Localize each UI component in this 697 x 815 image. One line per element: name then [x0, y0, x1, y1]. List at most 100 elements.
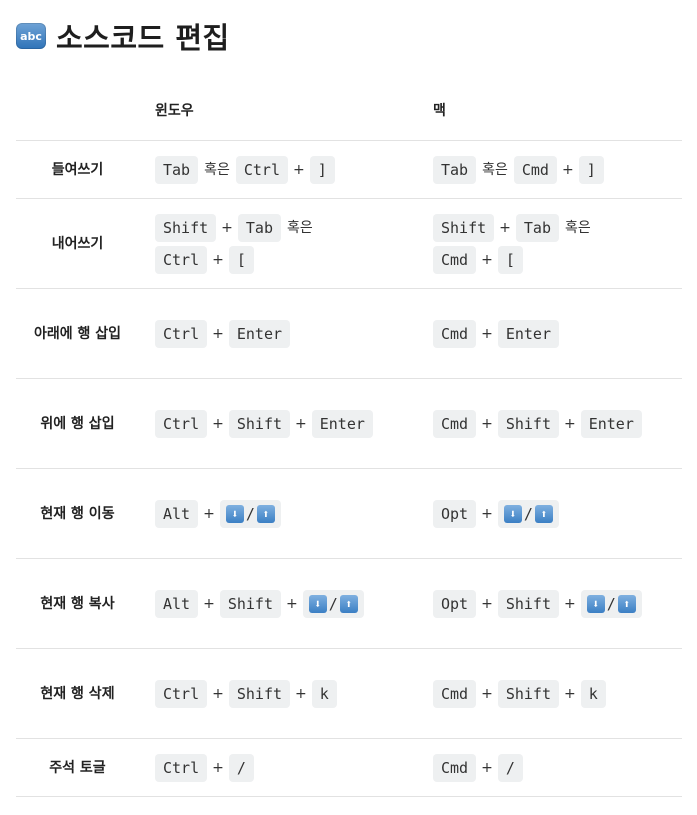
action-label: 내어쓰기 — [16, 198, 139, 289]
plus-sign: + — [563, 685, 576, 702]
key-cap: Cmd — [513, 155, 557, 184]
plus-sign: + — [203, 505, 215, 522]
key-cap: Shift — [497, 679, 559, 708]
plus-sign: + — [563, 415, 576, 432]
table-row: 내어쓰기 Shift + Tab 혹은 Ctrl +[ Shift + Tab 혹은 Cmd +… — [16, 198, 682, 289]
key-cap: Shift — [433, 213, 495, 242]
key-cap: Alt — [155, 589, 199, 618]
plus-sign: + — [561, 161, 574, 178]
windows-shortcut: Shift + Tab 혹은 Ctrl +[ — [139, 198, 417, 289]
key-cap: Shift — [228, 409, 291, 438]
down-arrow-icon: ⬇ — [586, 595, 605, 614]
or-text: 혹은 — [564, 219, 591, 236]
plus-sign: + — [481, 252, 493, 268]
key-cap: Enter — [311, 409, 373, 438]
plus-sign: + — [481, 685, 493, 702]
windows-shortcut: Ctrl + Enter — [139, 288, 417, 379]
action-label: 현재 행 삭제 — [16, 648, 139, 739]
plus-sign: + — [212, 325, 224, 342]
or-text: 혹은 — [482, 161, 508, 178]
key-cap: Alt — [155, 499, 199, 528]
action-label: 현재 행 복사 — [16, 558, 139, 649]
table-row: 현재 행 이동 Alt + ⬇ / ⬆ Opt + ⬇ / ⬆ — [16, 468, 682, 559]
plus-sign: + — [499, 219, 511, 236]
table-row: 주석 토글 Ctrl + / Cmd + / — [16, 738, 682, 797]
table-row: 들여쓰기 Tab 혹은 Ctrl +] Tab 혹은 Cmd +] — [16, 140, 682, 199]
arrow-key-cap: ⬇ / ⬆ — [497, 499, 559, 528]
key-cap: / — [228, 753, 254, 782]
key-cap: Shift — [155, 213, 217, 242]
plus-sign: + — [212, 685, 224, 702]
windows-shortcut: Alt + Shift + ⬇ / ⬆ — [139, 558, 417, 649]
key-cap: Shift — [228, 679, 291, 708]
table-row: 현재 행 복사 Alt + Shift + ⬇ / ⬆ Opt + Shift + ⬇ / ⬆ — [16, 558, 682, 649]
mac-shortcut: Shift + Tab 혹은 Cmd +[ — [417, 198, 682, 289]
key-cap: Cmd — [433, 319, 477, 348]
arrow-key-cap: ⬇ / ⬆ — [302, 589, 364, 618]
key-cap: Enter — [228, 319, 291, 348]
up-arrow-icon: ⬆ — [534, 505, 553, 524]
arrow-key-cap: ⬇ / ⬆ — [219, 499, 281, 528]
key-cap: [ — [497, 246, 523, 274]
key-cap: [ — [228, 246, 254, 274]
plus-sign: + — [295, 685, 307, 702]
windows-shortcut: Alt + ⬇ / ⬆ — [139, 468, 417, 559]
down-arrow-icon: ⬇ — [308, 595, 327, 614]
key-cap: Enter — [497, 319, 559, 348]
action-label: 아래에 행 삽입 — [16, 288, 139, 379]
mac-shortcut: Cmd + / — [417, 738, 682, 797]
action-label: 현재 행 이동 — [16, 468, 139, 559]
plus-sign: + — [285, 595, 298, 612]
header-windows: 윈도우 — [139, 80, 417, 141]
key-cap: Ctrl — [155, 246, 208, 274]
mac-shortcut: Opt + Shift + ⬇ / ⬆ — [417, 558, 682, 649]
up-arrow-icon: ⬆ — [256, 505, 275, 524]
action-label: 위에 행 삽입 — [16, 378, 139, 469]
plus-sign: + — [295, 415, 307, 432]
table-row: 현재 행 삭제 Ctrl + Shift + k Cmd + Shift + k — [16, 648, 682, 739]
key-cap: Cmd — [433, 679, 477, 708]
action-label: 들여쓰기 — [16, 140, 139, 199]
page-title: abc 소스코드 편집 — [16, 14, 230, 58]
slash-separator: / — [523, 505, 533, 524]
header-mac: 맥 — [417, 80, 682, 141]
mac-shortcut: Cmd + Enter — [417, 288, 682, 379]
key-cap: Shift — [219, 589, 281, 618]
windows-shortcut: Ctrl + / — [139, 738, 417, 797]
or-text: 혹은 — [286, 219, 313, 236]
header-action — [16, 80, 139, 141]
mac-shortcut: Cmd + Shift + k — [417, 648, 682, 739]
key-cap: Opt — [433, 589, 477, 618]
key-cap: ] — [578, 155, 604, 184]
down-arrow-icon: ⬇ — [225, 505, 244, 524]
key-cap: Tab — [515, 213, 559, 242]
plus-sign: + — [481, 759, 493, 776]
key-cap: Shift — [497, 589, 559, 618]
plus-sign: + — [212, 252, 224, 268]
key-cap: ] — [309, 155, 335, 184]
slash-separator: / — [328, 595, 338, 614]
key-cap: Tab — [433, 155, 477, 184]
plus-sign: + — [481, 325, 493, 342]
plus-sign: + — [292, 161, 305, 178]
action-label: 주석 토글 — [16, 738, 139, 797]
up-arrow-icon: ⬆ — [339, 595, 358, 614]
mac-shortcut: Opt + ⬇ / ⬆ — [417, 468, 682, 559]
key-cap: Ctrl — [155, 319, 208, 348]
key-cap: Opt — [433, 499, 477, 528]
plus-sign: + — [563, 595, 576, 612]
mac-shortcut: Cmd + Shift + Enter — [417, 378, 682, 469]
key-cap: Cmd — [433, 409, 477, 438]
key-cap: Tab — [237, 213, 281, 242]
plus-sign: + — [481, 415, 493, 432]
plus-sign: + — [203, 595, 215, 612]
key-cap: Cmd — [433, 246, 477, 274]
key-cap: Cmd — [433, 753, 477, 782]
plus-sign: + — [481, 595, 493, 612]
key-cap: Ctrl — [155, 679, 208, 708]
key-cap: / — [497, 753, 523, 782]
plus-sign: + — [481, 505, 493, 522]
slash-separator: / — [606, 595, 616, 614]
plus-sign: + — [212, 759, 224, 776]
key-cap: Ctrl — [155, 409, 208, 438]
